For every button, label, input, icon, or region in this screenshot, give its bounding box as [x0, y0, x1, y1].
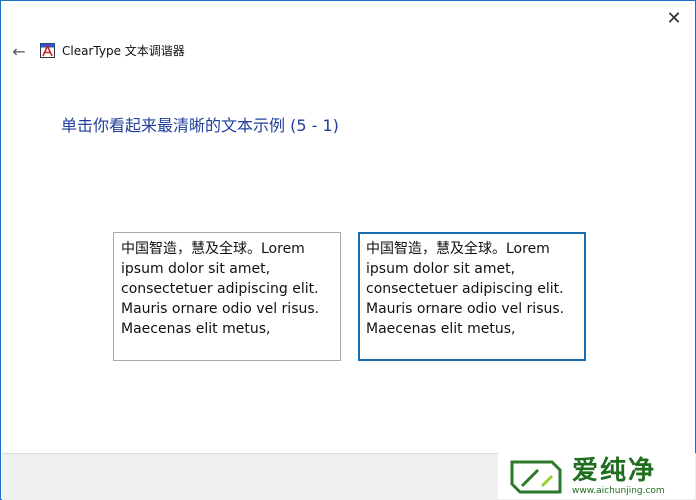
- app-title: ClearType 文本调谐器: [62, 44, 185, 58]
- text-sample-1-text: 中国智造，慧及全球。Lorem ipsum dolor sit amet, co…: [121, 241, 320, 337]
- site-watermark: 爱纯净 www.aichunjing.com: [498, 453, 695, 499]
- back-arrow-icon: ←: [12, 41, 26, 61]
- text-sample-2-selected[interactable]: 中国智造，慧及全球。Lorem ipsum dolor sit amet, co…: [358, 232, 586, 361]
- text-sample-1[interactable]: 中国智造，慧及全球。Lorem ipsum dolor sit amet, co…: [113, 232, 341, 361]
- cleartype-app-icon: [40, 43, 55, 58]
- text-sample-2-text: 中国智造，慧及全球。Lorem ipsum dolor sit amet, co…: [366, 241, 565, 337]
- watermark-url: www.aichunjing.com: [572, 486, 665, 496]
- cleartype-window: ✕ ← ClearType 文本调谐器 单击你看起来最清晰的文本示例 (5 - …: [0, 0, 696, 500]
- back-button[interactable]: ←: [9, 41, 29, 61]
- close-button[interactable]: ✕: [659, 5, 689, 31]
- close-icon: ✕: [666, 7, 682, 29]
- watermark-logo-icon: [510, 460, 562, 494]
- watermark-title: 爱纯净: [572, 456, 657, 486]
- page-heading: 单击你看起来最清晰的文本示例 (5 - 1): [61, 116, 339, 135]
